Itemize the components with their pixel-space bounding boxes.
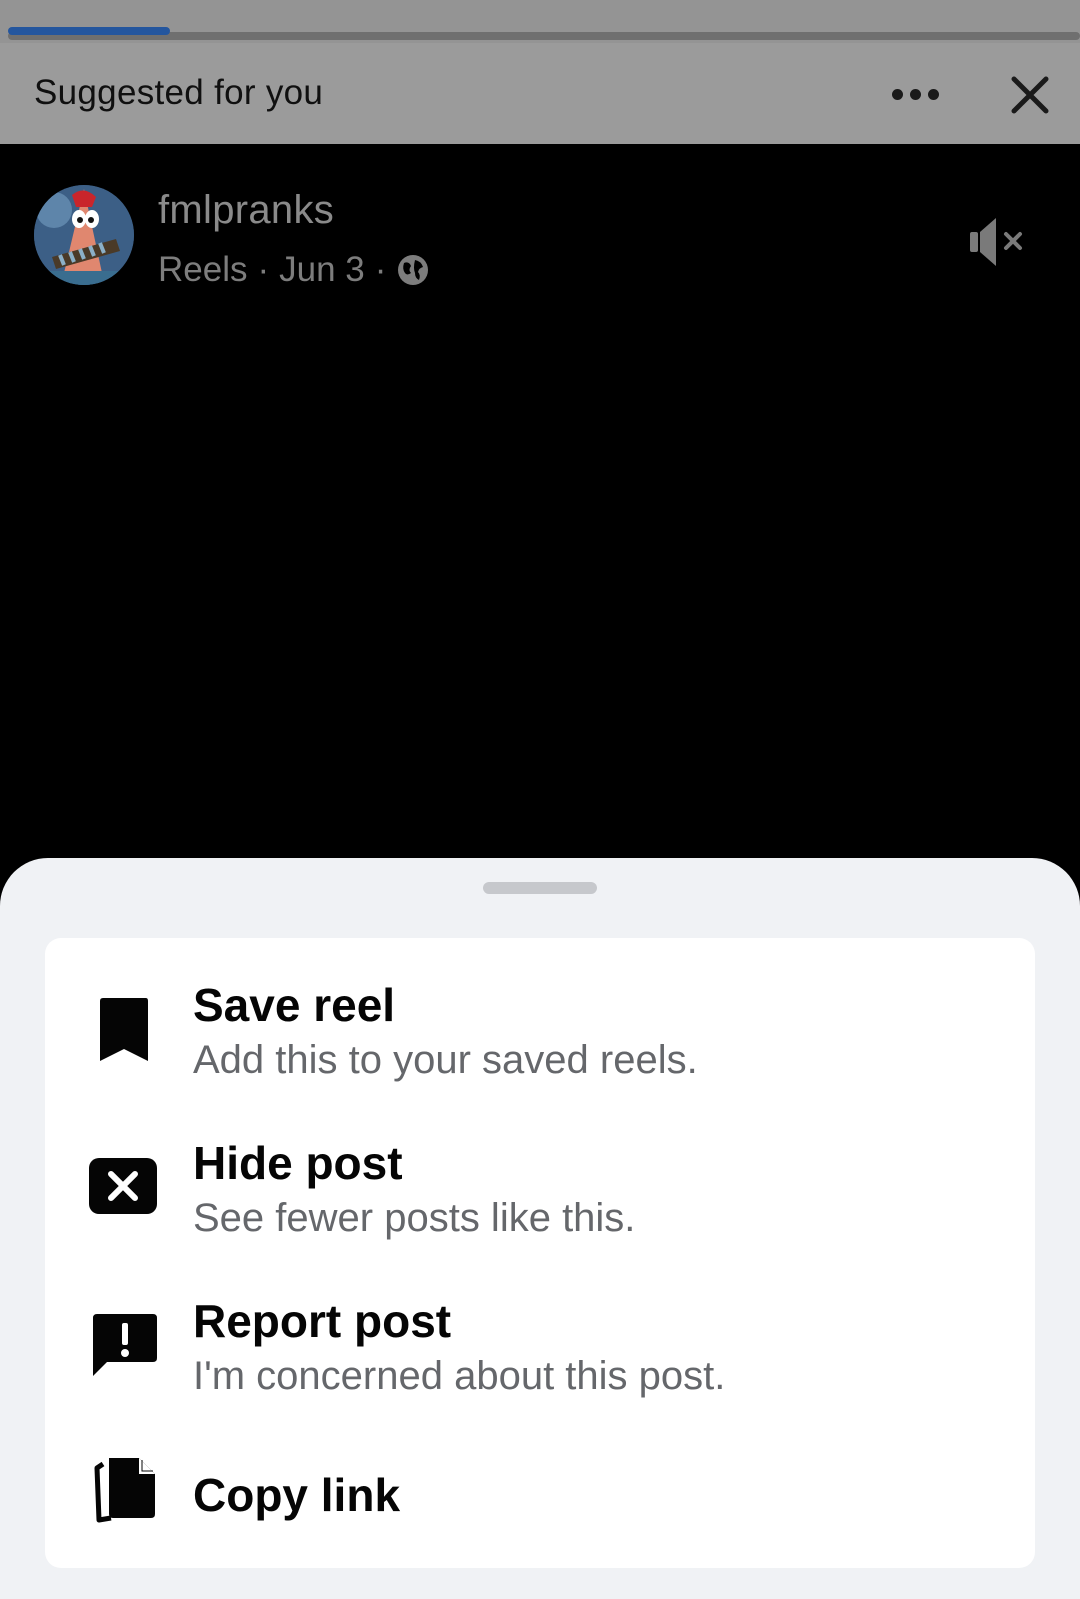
meta-separator: · <box>257 250 270 289</box>
avatar-image <box>34 185 134 285</box>
report-flag-icon <box>93 1314 157 1376</box>
story-progress-track <box>0 0 1080 43</box>
meta-source: Reels <box>158 250 248 289</box>
menu-item-copy-link[interactable]: Copy link <box>45 1448 1035 1598</box>
menu-item-description: See fewer posts like this. <box>193 1196 636 1240</box>
meta-separator: · <box>374 250 387 289</box>
close-icon[interactable] <box>1008 73 1052 117</box>
author-name[interactable]: fmlpranks <box>158 188 334 233</box>
menu-item-label: Save reel <box>193 979 396 1031</box>
avatar[interactable] <box>34 185 134 285</box>
menu-item-description: Add this to your saved reels. <box>193 1038 698 1082</box>
sheet-drag-handle[interactable] <box>483 882 597 894</box>
reel-screen: Suggested for you fmlpranks Reels · Jun … <box>0 0 1080 1599</box>
speaker-muted-icon[interactable] <box>968 210 1032 274</box>
menu-item-label: Copy link <box>193 1469 401 1521</box>
page-title: Suggested for you <box>34 73 324 112</box>
meta-date: Jun 3 <box>279 250 365 289</box>
more-horizontal-icon[interactable] <box>892 85 944 103</box>
menu-item-hide-post[interactable]: Hide post See fewer posts like this. <box>45 1132 1035 1282</box>
globe-icon <box>398 255 429 285</box>
post-meta: Reels · Jun 3 · <box>158 250 430 290</box>
menu-item-label: Hide post <box>193 1137 403 1189</box>
menu-item-save-reel[interactable]: Save reel Add this to your saved reels. <box>45 974 1035 1124</box>
options-bottom-sheet: Save reel Add this to your saved reels. … <box>0 858 1080 1599</box>
top-bar: Suggested for you <box>0 43 1080 144</box>
menu-item-label: Report post <box>193 1295 452 1347</box>
copy-link-icon <box>94 1458 155 1523</box>
hide-x-box-icon <box>89 1158 157 1214</box>
story-progress-fill <box>8 27 170 35</box>
bookmark-icon <box>100 998 148 1061</box>
menu-item-description: I'm concerned about this post. <box>193 1354 726 1398</box>
options-card: Save reel Add this to your saved reels. … <box>45 938 1035 1568</box>
menu-item-report-post[interactable]: Report post I'm concerned about this pos… <box>45 1290 1035 1440</box>
